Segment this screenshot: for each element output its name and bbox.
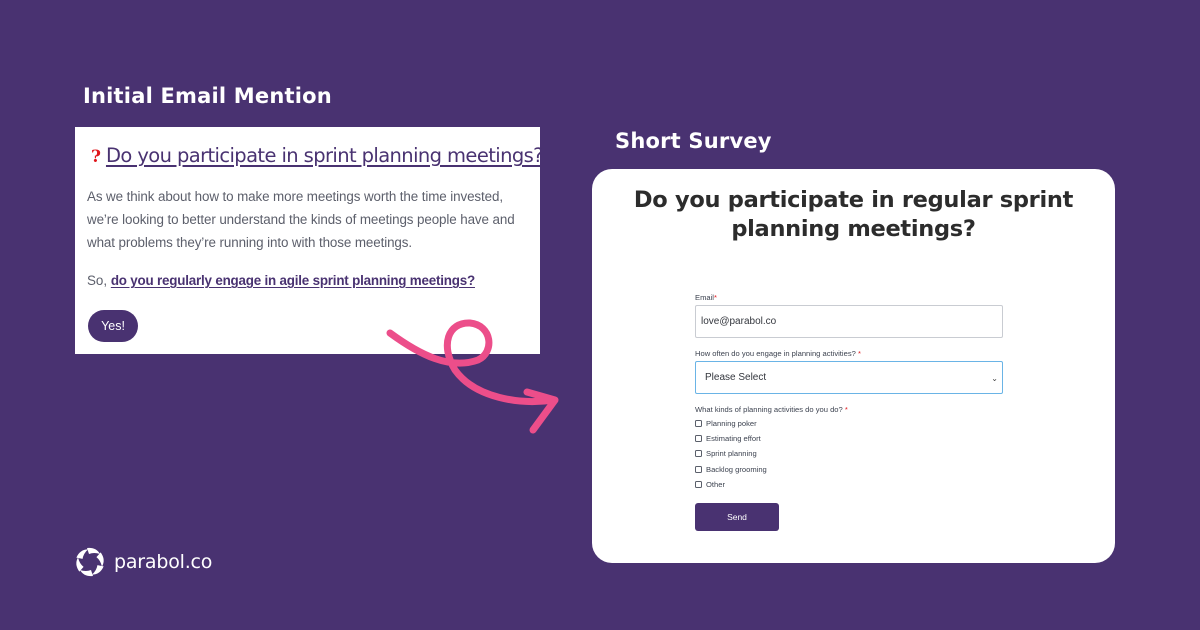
checkbox-icon[interactable] <box>695 465 702 473</box>
checkbox-icon[interactable] <box>695 480 702 488</box>
survey-form: Email* How often do you engage in planni… <box>695 293 1003 492</box>
activity-checkbox-sprint-planning[interactable]: Sprint planning <box>695 446 1003 461</box>
yes-button[interactable]: Yes! <box>88 310 138 342</box>
activity-checkbox-other[interactable]: Other <box>695 477 1003 492</box>
send-button[interactable]: Send <box>695 503 779 531</box>
survey-section-title: Short Survey <box>615 129 772 153</box>
survey-question: Do you participate in regular sprint pla… <box>633 187 1074 242</box>
email-field-label: Email* <box>695 293 717 302</box>
frequency-field-label: How often do you engage in planning acti… <box>695 349 861 358</box>
parabol-logo-icon <box>76 547 104 577</box>
parabol-logo: parabol.co <box>74 546 212 578</box>
frequency-selected-value: Please Select <box>705 372 767 383</box>
chevron-down-icon: ⌄ <box>991 374 998 383</box>
activity-checkbox-planning-poker[interactable]: Planning poker <box>695 416 1003 431</box>
checkbox-icon[interactable] <box>695 435 702 443</box>
survey-card: Do you participate in regular sprint pla… <box>592 169 1115 563</box>
checkbox-icon[interactable] <box>695 420 702 428</box>
email-cta-line: So, do you regularly engage in agile spr… <box>87 273 475 288</box>
email-section-title: Initial Email Mention <box>83 84 332 108</box>
email-body-text: As we think about how to make more meeti… <box>87 189 515 250</box>
checkbox-icon[interactable] <box>695 450 702 458</box>
activity-checkbox-backlog-grooming[interactable]: Backlog grooming <box>695 462 1003 477</box>
required-mark: * <box>857 349 861 358</box>
email-cta-link[interactable]: do you regularly engage in agile sprint … <box>111 273 475 288</box>
activities-checkbox-list: Planning poker Estimating effort Sprint … <box>695 416 1003 492</box>
frequency-select[interactable]: Please Select ⌄ <box>695 361 1003 394</box>
question-mark-icon: ? <box>91 147 101 167</box>
activity-checkbox-estimating-effort[interactable]: Estimating effort <box>695 431 1003 446</box>
required-mark: * <box>844 405 848 414</box>
brand-name: parabol.co <box>114 551 213 573</box>
email-heading: ? Do you participate in sprint planning … <box>91 144 544 167</box>
required-mark: * <box>714 293 717 302</box>
email-cta-prefix: So, <box>87 273 111 288</box>
email-heading-link[interactable]: Do you participate in sprint planning me… <box>106 144 544 167</box>
email-card: ? Do you participate in sprint planning … <box>75 127 544 354</box>
activities-field-label: What kinds of planning activities do you… <box>695 405 848 414</box>
email-field[interactable] <box>695 305 1003 338</box>
